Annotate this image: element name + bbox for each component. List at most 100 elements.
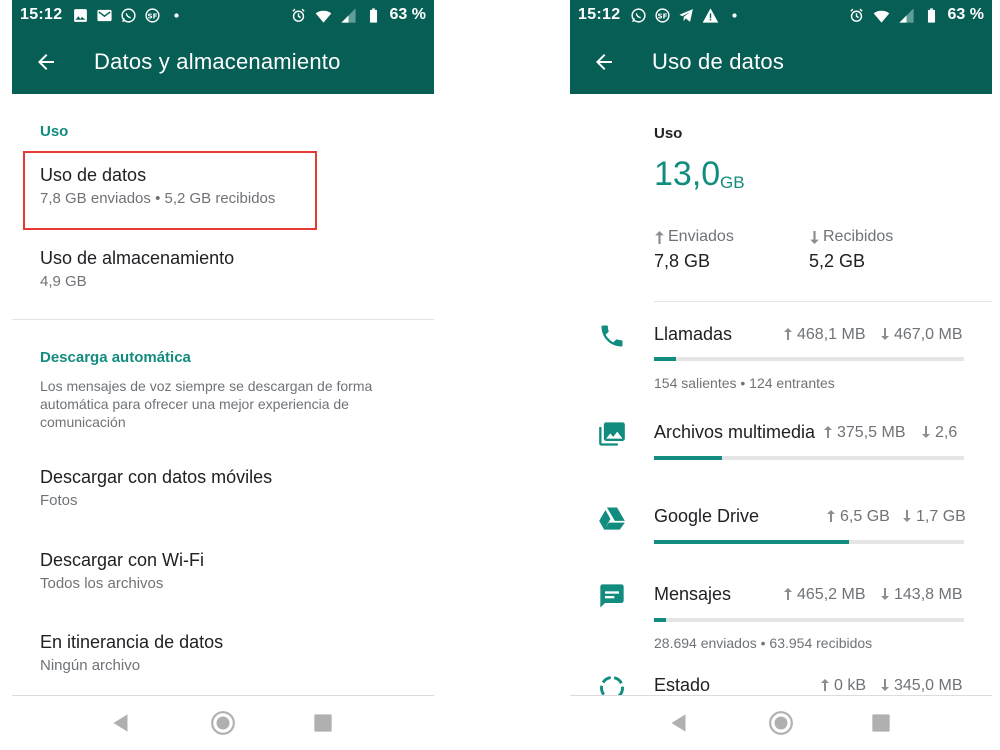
alarm-icon — [291, 8, 305, 22]
section-header-descarga: Descarga automática — [40, 349, 191, 366]
total-usage-unit: GB — [720, 173, 745, 192]
nav-bar — [12, 695, 434, 750]
arrow-down-icon — [881, 679, 889, 691]
roaming-row[interactable]: En itinerancia de datos Ningún archivo — [12, 620, 434, 692]
usage-progress-fill — [654, 357, 676, 361]
arrow-down-icon — [881, 328, 889, 340]
status-bar: 15:12 SF 63 % — [12, 0, 434, 30]
nav-back-icon[interactable] — [108, 710, 134, 736]
usage-progress-track — [654, 456, 964, 460]
whatsapp-icon — [121, 7, 137, 23]
row-title: Uso de datos — [40, 165, 147, 185]
category-row-google-drive[interactable]: Google Drive 6,5 GB 1,7 GB — [570, 494, 992, 556]
category-sent: 465,2 MB — [797, 586, 866, 603]
divider — [654, 301, 992, 302]
download-wifi-row[interactable]: Descargar con Wi-Fi Todos los archivos — [12, 537, 434, 615]
category-received: 2,6 — [935, 424, 958, 441]
image-icon — [74, 8, 88, 22]
category-received: 345,0 MB — [894, 677, 963, 694]
category-title: Llamadas — [654, 324, 735, 345]
svg-text:SF: SF — [148, 11, 158, 20]
sf-icon: SF — [655, 7, 671, 23]
row-subtitle: 7,8 GB enviados • 5,2 GB recibidos — [40, 190, 276, 207]
row-title: En itinerancia de datos — [40, 632, 224, 652]
nav-home-icon[interactable] — [210, 710, 236, 736]
total-usage-value: 13,0 — [654, 155, 721, 193]
row-title: Descargar con Wi-Fi — [40, 550, 205, 570]
category-received: 1,7 GB — [916, 508, 966, 525]
telegram-icon — [679, 8, 694, 22]
section-header-uso: Uso — [40, 123, 69, 140]
media-icon — [599, 422, 625, 446]
page-title: Datos y almacenamiento — [94, 49, 341, 74]
category-title: Mensajes — [654, 584, 734, 605]
arrow-up-icon — [784, 588, 792, 600]
category-sent: 375,5 MB — [837, 424, 906, 441]
app-bar: Datos y almacenamiento — [12, 30, 434, 94]
battery-icon — [927, 7, 935, 23]
phone-icon — [601, 325, 623, 347]
auto-download-description: Los mensajes de voz siempre se descargan… — [40, 378, 373, 430]
whatsapp-icon — [631, 7, 647, 23]
category-sent: 468,1 MB — [797, 326, 866, 343]
category-received: 143,8 MB — [894, 586, 963, 603]
received-value: 5,2 GB — [809, 251, 866, 271]
sent-label: Enviados — [668, 228, 734, 245]
nav-back-icon[interactable] — [666, 710, 692, 736]
page-title: Uso de datos — [652, 49, 785, 74]
usage-progress-fill — [654, 618, 667, 622]
wifi-icon — [873, 10, 889, 23]
svg-text:SF: SF — [658, 11, 668, 20]
usage-progress-fill — [654, 456, 723, 460]
back-arrow-icon[interactable] — [592, 50, 616, 74]
warning-icon — [703, 7, 719, 23]
arrow-up-icon — [824, 426, 832, 438]
dot-icon — [174, 12, 180, 18]
nav-home-icon[interactable] — [768, 710, 794, 736]
category-title: Estado — [654, 675, 713, 695]
app-bar: Uso de datos — [570, 30, 992, 94]
status-bar: 15:12 SF 63 % — [570, 0, 992, 30]
battery-icon — [369, 7, 377, 23]
usage-progress-track — [654, 618, 964, 622]
back-arrow-icon[interactable] — [34, 50, 58, 74]
usage-label: Uso — [654, 125, 683, 142]
download-mobile-data-row[interactable]: Descargar con datos móviles Fotos — [12, 454, 434, 532]
arrow-down-icon — [881, 588, 889, 600]
wifi-icon — [315, 10, 331, 23]
arrow-down-icon — [810, 231, 819, 244]
battery-percent: 63 % — [947, 6, 984, 23]
arrow-down-icon — [903, 510, 911, 522]
status-time: 15:12 — [20, 6, 63, 23]
nav-bar — [570, 695, 992, 750]
phone-screen-data-usage: 15:12 SF 63 % Uso de datos Uso 13,0 GB E… — [570, 0, 992, 750]
category-title: Archivos multimedia — [654, 422, 818, 443]
category-sent: 6,5 GB — [840, 508, 890, 525]
category-row-mensajes[interactable]: Mensajes 465,2 MB 143,8 MB 28.694 enviad… — [570, 572, 992, 662]
category-row-estado[interactable]: Estado 0 kB 345,0 MB — [570, 664, 992, 695]
category-row-llamadas[interactable]: Llamadas 468,1 MB 467,0 MB 154 salientes… — [570, 310, 992, 398]
received-label: Recibidos — [823, 228, 894, 245]
usage-progress-track — [654, 357, 964, 361]
category-subtitle: 28.694 enviados • 63.954 recibidos — [654, 635, 873, 651]
sent-value: 7,8 GB — [654, 251, 711, 271]
arrow-up-icon — [821, 679, 829, 691]
status-time: 15:12 — [578, 6, 621, 23]
arrow-up-icon — [784, 328, 792, 340]
arrow-down-icon — [922, 426, 930, 438]
nav-recents-icon[interactable] — [868, 710, 894, 736]
usage-progress-track — [654, 540, 964, 544]
row-subtitle: Ningún archivo — [40, 657, 141, 674]
category-subtitle: 154 salientes • 124 entrantes — [654, 375, 835, 391]
divider — [12, 319, 434, 320]
phone-screen-storage: 15:12 SF 63 % Datos y almacenamiento Uso… — [12, 0, 434, 750]
category-row-archivos-multimedia[interactable]: Archivos multimedia 375,5 MB 2,6 — [570, 410, 992, 472]
message-icon — [600, 584, 624, 608]
row-title: Uso de almacenamiento — [40, 248, 235, 268]
status-icon — [600, 676, 624, 695]
row-subtitle: 4,9 GB — [40, 273, 87, 290]
nav-recents-icon[interactable] — [310, 710, 336, 736]
uso-de-almacenamiento-row[interactable]: Uso de almacenamiento 4,9 GB — [12, 235, 434, 313]
arrow-up-icon — [827, 510, 835, 522]
uso-de-datos-row[interactable]: Uso de datos 7,8 GB enviados • 5,2 GB re… — [12, 152, 434, 230]
